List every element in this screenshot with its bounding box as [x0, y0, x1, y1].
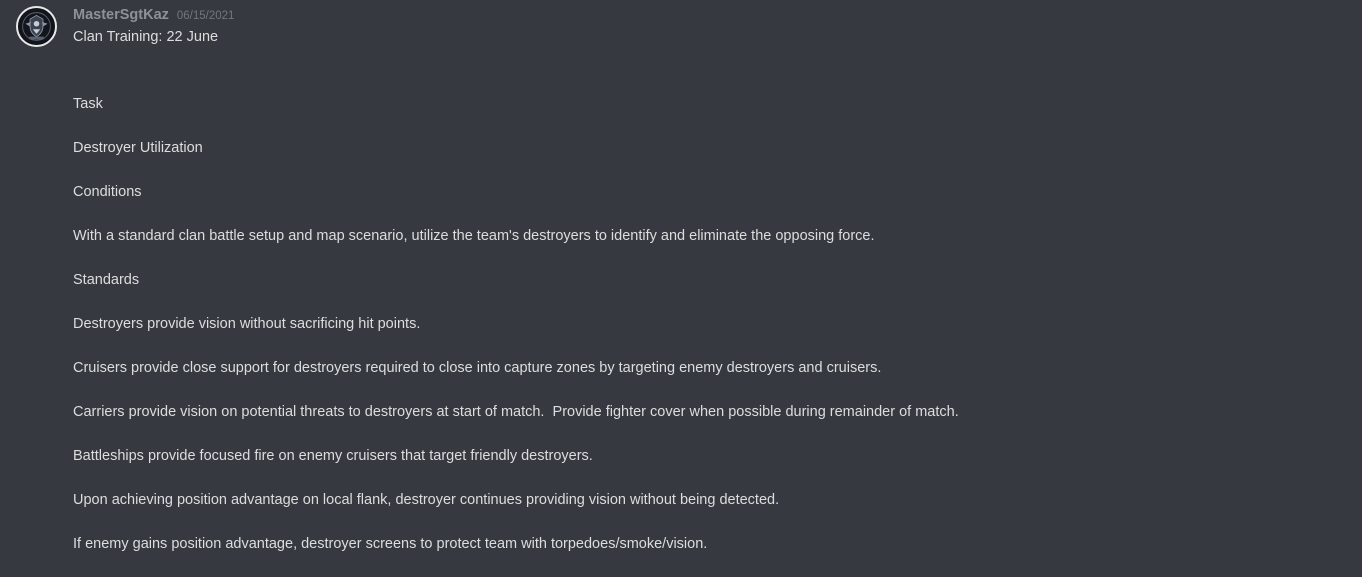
message-body: Task Destroyer Utilization Conditions Wi… — [73, 95, 1343, 577]
message-line: Task — [73, 96, 103, 112]
message-line: Destroyer Utilization — [73, 140, 203, 156]
message-line: Destroyers provide vision without sacrif… — [73, 316, 421, 332]
message-line: If enemy gains position advantage, destr… — [73, 536, 708, 552]
message-line: Battleships provide focused fire on enem… — [73, 448, 593, 464]
message-line: Conditions — [73, 184, 142, 200]
chat-message: MasterSgtKaz 06/15/2021 Clan Training: 2… — [0, 0, 1362, 577]
message-title: Clan Training: 22 June — [73, 29, 219, 45]
message-line: Standards — [73, 272, 140, 288]
timestamp: 06/15/2021 — [176, 10, 235, 22]
avatar[interactable] — [16, 6, 57, 47]
message-line: Upon achieving position advantage on loc… — [73, 492, 780, 508]
message-header: MasterSgtKaz 06/15/2021 — [73, 7, 234, 27]
message-line: Carriers provide vision on potential thr… — [73, 404, 959, 420]
clan-emblem-icon — [18, 8, 55, 45]
username[interactable]: MasterSgtKaz — [73, 7, 169, 23]
message-line: With a standard clan battle setup and ma… — [73, 228, 875, 244]
message-line: Cruisers provide close support for destr… — [73, 360, 882, 376]
